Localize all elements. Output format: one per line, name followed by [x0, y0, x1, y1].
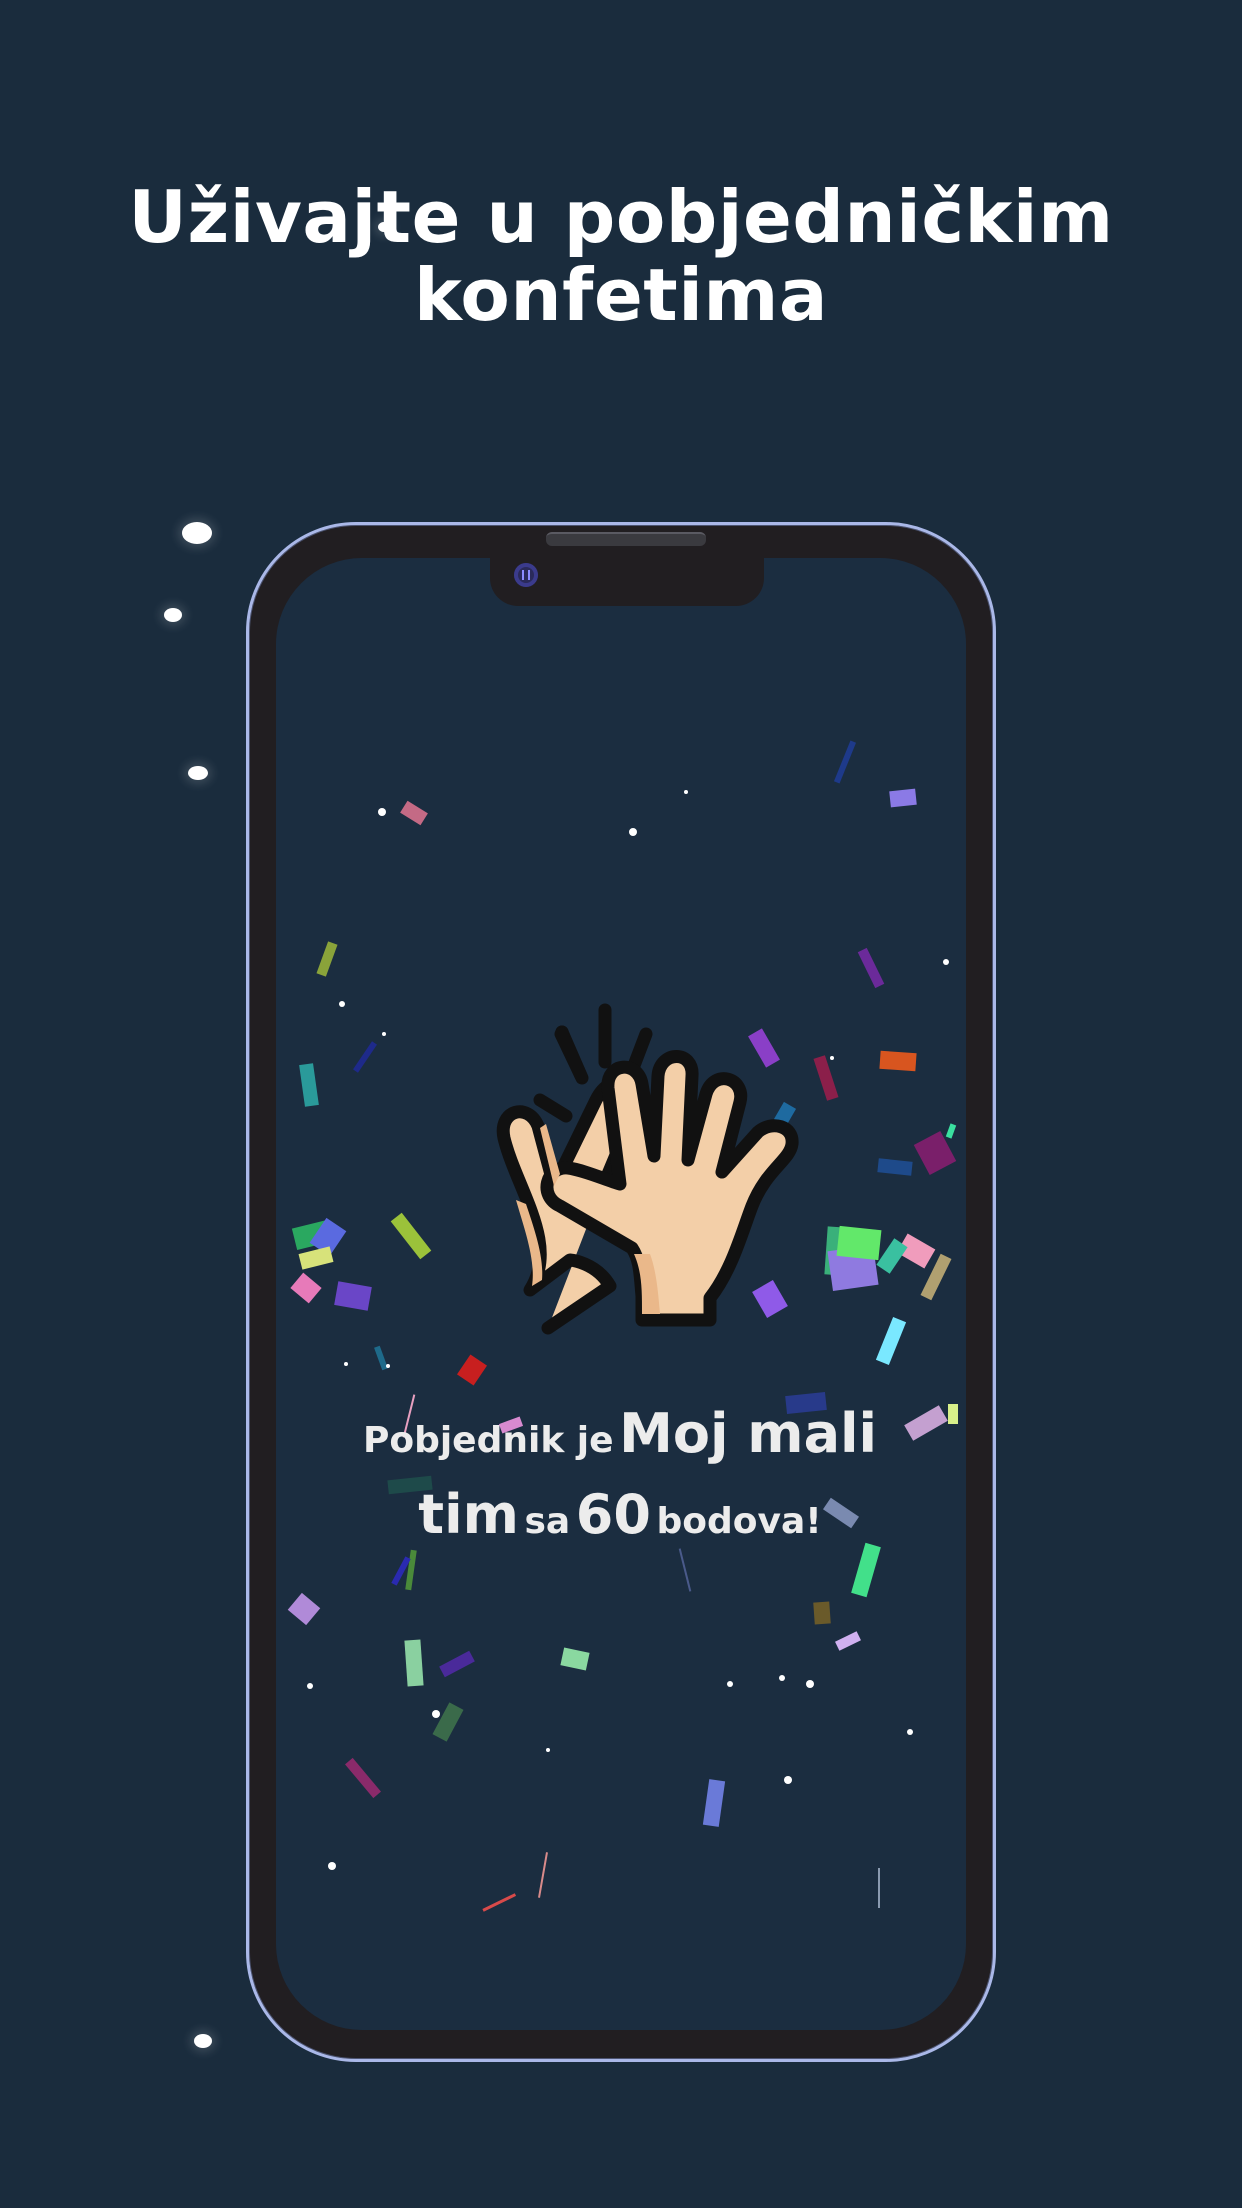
headline-line-1: Uživajte u pobjedničkim	[128, 175, 1114, 259]
background-dot	[188, 766, 208, 780]
clapping-hands-icon	[496, 1003, 799, 1335]
background-dot	[182, 522, 212, 544]
headline-line-2: konfetima	[413, 253, 829, 337]
background-dot	[164, 608, 182, 622]
winner-suffix: bodova!	[656, 1501, 822, 1542]
winner-prefix: Pobjednik je	[362, 1420, 614, 1461]
winner-middle: sa	[524, 1501, 571, 1542]
background-dot	[378, 222, 390, 232]
background-dot	[194, 2034, 212, 2048]
page-headline: Uživajte u pobjedničkim konfetima	[0, 178, 1242, 334]
winner-points: 60	[575, 1483, 651, 1546]
winner-message: Pobjednik je Moj mali tim sa 60 bodova!	[330, 1400, 910, 1562]
camera-icon	[514, 563, 538, 587]
phone-speaker	[546, 532, 706, 546]
